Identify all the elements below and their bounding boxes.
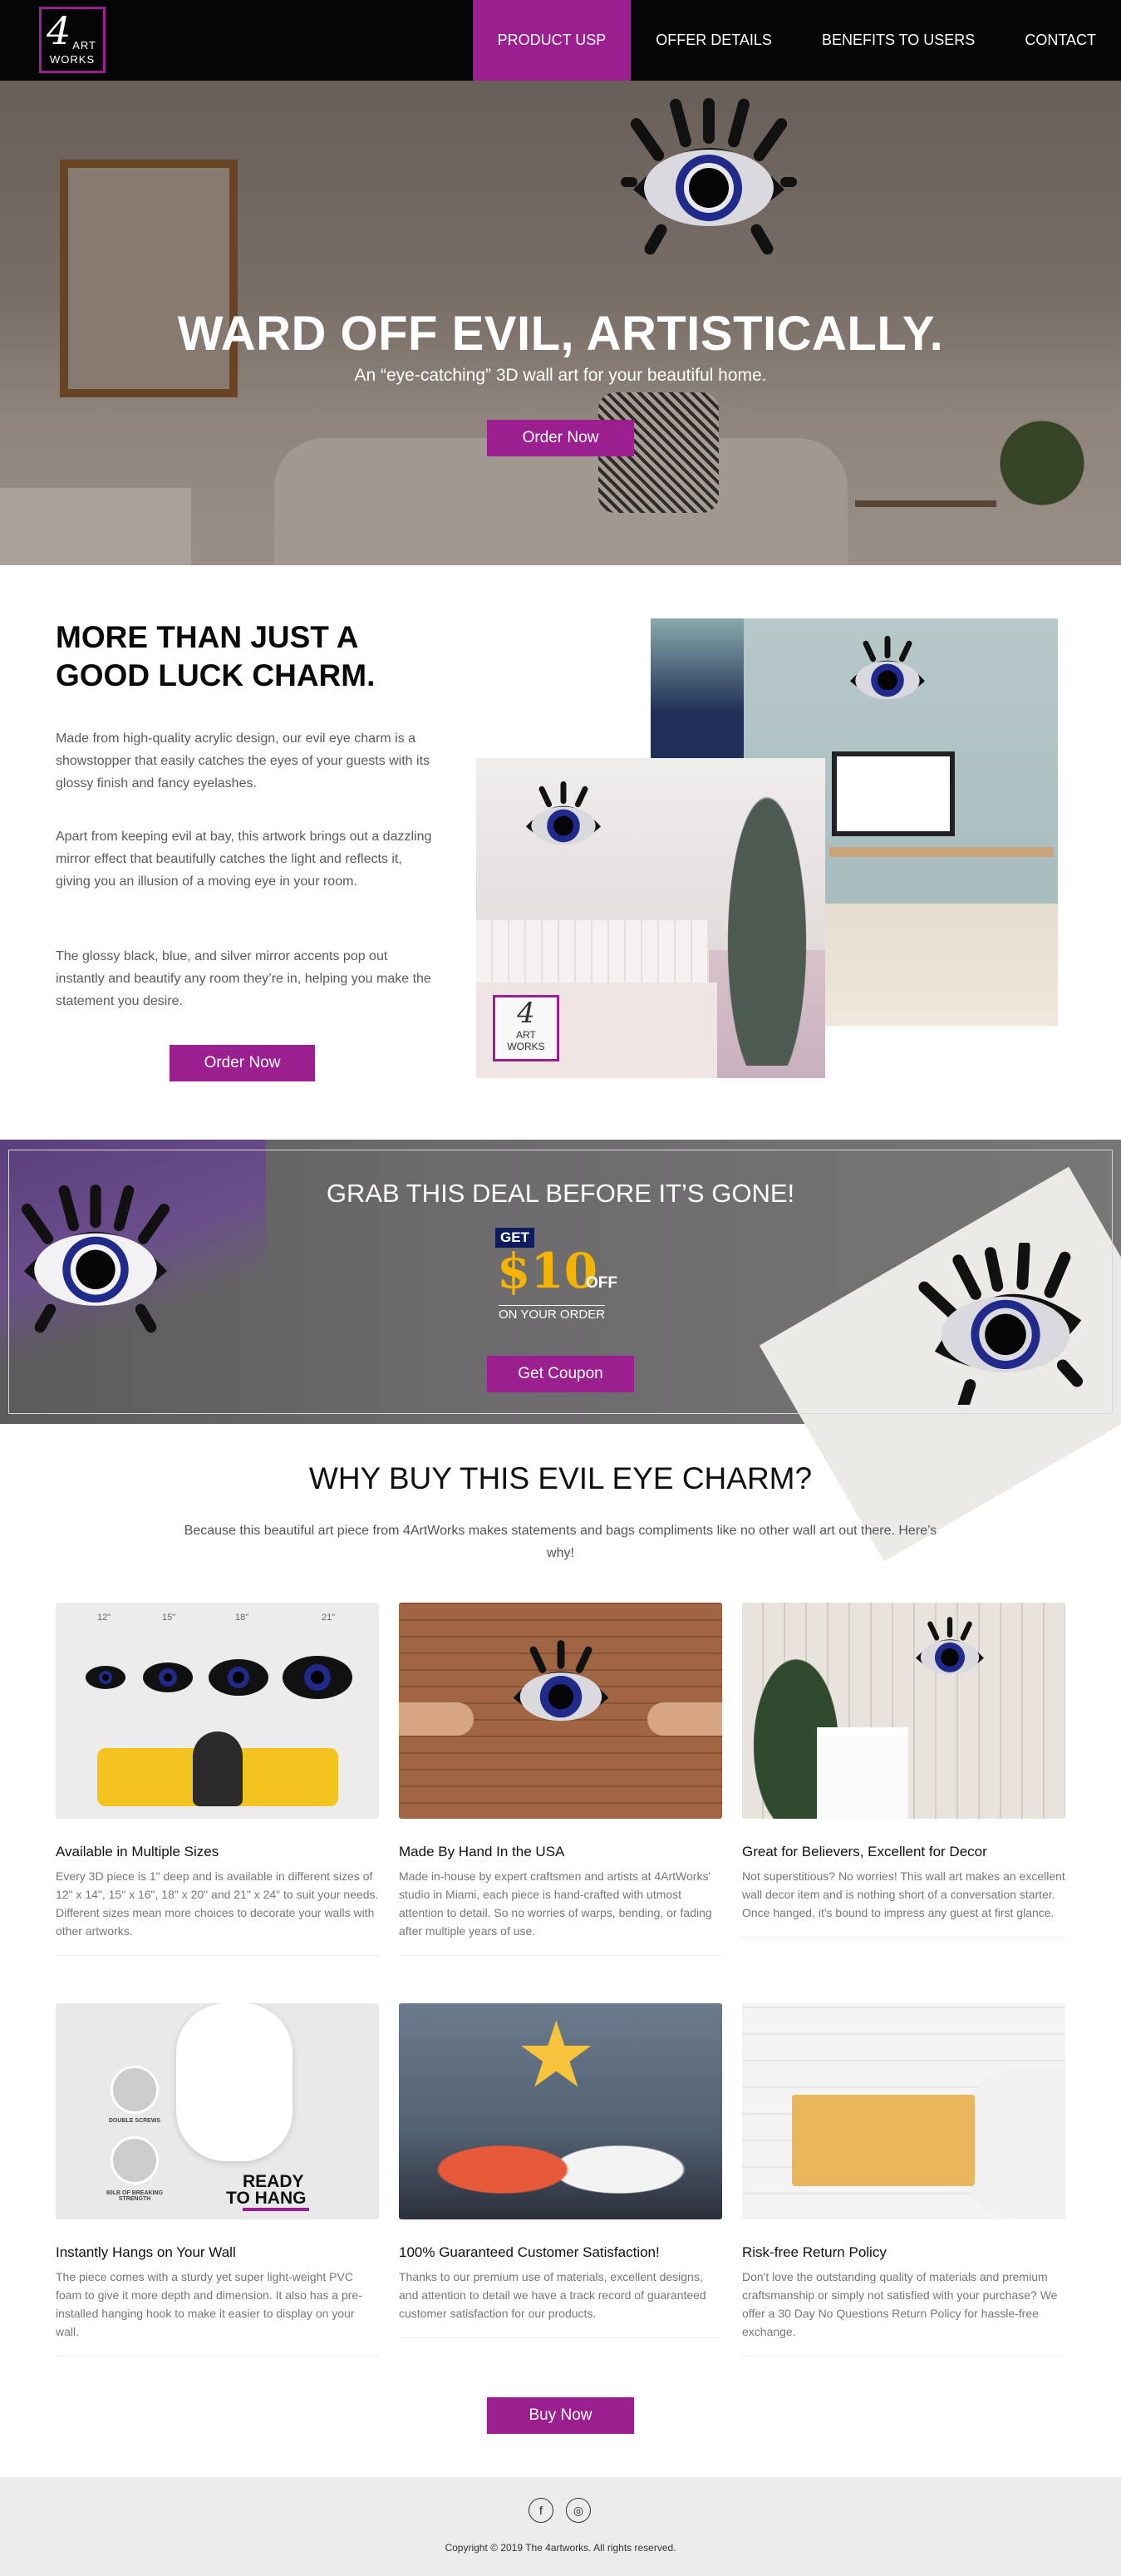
facebook-icon[interactable]: f: [529, 2498, 553, 2523]
charm-section-title: MORE THAN JUST A GOOD LUCK CHARM.: [56, 620, 376, 692]
white-eye-back-image: [176, 2003, 293, 2161]
feature-card-handmade: Made By Hand In the USA Made in-house by…: [399, 1603, 722, 1956]
charm-order-now-button[interactable]: Order Now: [170, 1045, 315, 1081]
footer: [0, 2477, 1121, 2576]
christmas-tree-image: [717, 758, 817, 1066]
main-menu: PRODUCT USP OFFER DETAILS BENEFITS TO US…: [472, 0, 1121, 81]
logo-art: ART: [72, 39, 96, 52]
logo-works: WORKS: [50, 53, 96, 66]
breaking-strength-label: 80LB OF BREAKING STRENGTH: [106, 2190, 164, 2202]
desk-image: [829, 847, 1054, 857]
feature-card-returns: Risk-free Return Policy Don't love the o…: [742, 2003, 1065, 2357]
headboard-image: [476, 920, 709, 987]
left-hands-image: [399, 1702, 474, 1736]
brick-wall-photo: [399, 1603, 722, 1819]
package-box-image: [792, 2095, 975, 2186]
feature-card-sizes: 12" 15" 18" 21" Available in Multiple Si…: [56, 1603, 379, 1956]
instagram-icon[interactable]: ◎: [566, 2498, 591, 2523]
nav-item-offer-details[interactable]: OFFER DETAILS: [631, 0, 797, 81]
ready-underline: [243, 2208, 309, 2211]
ready-line-2: TO HANG: [226, 2189, 307, 2208]
divider: [56, 2356, 379, 2357]
feature-text: Made in-house by expert craftsmen and ar…: [399, 1869, 712, 1938]
brand-logo[interactable]: 4 ART WORKS: [39, 7, 106, 73]
feature-title: Risk-free Return Policy: [742, 2244, 887, 2260]
arm-image: [966, 2070, 1065, 2219]
nav-item-product-usp[interactable]: PRODUCT USP: [472, 0, 632, 81]
feature-text: The piece comes with a sturdy yet super …: [56, 2270, 362, 2338]
sizes-photo: 12" 15" 18" 21": [56, 1603, 379, 1819]
evil-eye-art-icon: [621, 98, 797, 255]
photo-logo-works: WORKS: [507, 1041, 545, 1052]
evil-eye-art-icon: [918, 1243, 1084, 1405]
charm-paragraph-2: Apart from keeping evil at bay, this art…: [56, 830, 432, 889]
deal-title: GRAB THIS DEAL BEFORE IT’S GONE!: [326, 1179, 795, 1208]
ready-line-1: READY: [243, 2172, 304, 2191]
hero-title: WARD OFF EVIL, ARTISTICALLY.: [177, 307, 944, 361]
deal-amount: $10: [497, 1243, 598, 1299]
feature-text: Not superstitious? No worries! This wall…: [742, 1869, 1065, 1919]
nav-item-benefits[interactable]: BENEFITS TO USERS: [797, 0, 1000, 81]
logo-number: 4: [47, 8, 71, 53]
evil-eye-art-icon: [849, 635, 926, 700]
evil-eye-art-icon: [916, 1617, 984, 1675]
charm-paragraph-3: The glossy black, blue, and silver mirro…: [56, 949, 431, 1008]
hook-detail-image: [111, 2136, 159, 2184]
feature-card-hangs: DOUBLE SCREWS 80LB OF BREAKING STRENGTH …: [56, 2003, 379, 2357]
nav-item-contact[interactable]: CONTACT: [1000, 0, 1121, 81]
why-intro: Because this beautiful art piece from 4A…: [184, 1524, 937, 1560]
star-icon: ★: [515, 2004, 597, 2106]
happy-customers-photo: ★: [399, 2003, 722, 2219]
photo-brand-logo: 4 ART WORKS: [493, 995, 559, 1061]
fireplace-image: [817, 1727, 908, 1819]
feature-title: 100% Guaranteed Customer Satisfaction!: [399, 2244, 660, 2260]
buy-now-button[interactable]: Buy Now: [487, 2397, 634, 2434]
women-image: [415, 2095, 706, 2219]
right-hands-image: [647, 1702, 722, 1736]
deal-on-order-label: ON YOUR ORDER: [499, 1305, 606, 1322]
divider: [399, 1955, 722, 1956]
charm-paragraph-1: Made from high-quality acrylic design, o…: [56, 731, 430, 791]
divider: [742, 2356, 1065, 2357]
divider: [56, 1955, 379, 1956]
evil-eye-art-icon: [513, 1640, 609, 1721]
hero-order-now-button[interactable]: Order Now: [487, 420, 634, 456]
evil-eye-sizes-icon: [86, 1656, 352, 1699]
christmas-decor-photo: [742, 1603, 1065, 1819]
screw-detail-image: [111, 2066, 159, 2114]
size-label-21: 21": [322, 1613, 336, 1623]
bedroom-photo: 4 ART WORKS: [476, 758, 825, 1078]
size-label-15: 15": [162, 1613, 176, 1623]
ready-to-hang-text: READY TO HANG: [226, 2172, 307, 2208]
feature-title: Great for Believers, Excellent for Decor: [742, 1844, 987, 1859]
wall-lamp-image: [651, 618, 744, 776]
landing-page: 4 ART WORKS PRODUCT USP OFFER DETAILS BE…: [0, 0, 1121, 2576]
hero-subtitle: An “eye-catching” 3D wall art for your b…: [354, 366, 767, 385]
deal-off-label: OFF: [586, 1274, 617, 1292]
return-package-photo: [742, 2003, 1065, 2219]
feature-text: Every 3D piece is 1" deep and is availab…: [56, 1869, 379, 1938]
get-coupon-button[interactable]: Get Coupon: [487, 1356, 634, 1392]
feature-card-decor: Great for Believers, Excellent for Decor…: [742, 1603, 1065, 1938]
evil-eye-art-icon: [525, 781, 602, 845]
feature-title: Made By Hand In the USA: [399, 1844, 565, 1859]
monitor-image: [832, 751, 955, 836]
size-label-12: 12": [97, 1613, 111, 1623]
photo-logo-number: 4: [517, 997, 535, 1030]
feature-title: Instantly Hangs on Your Wall: [56, 2244, 236, 2260]
feature-text: Don't love the outstanding quality of ma…: [742, 2270, 1058, 2338]
feature-text: Thanks to our premium use of materials, …: [399, 2270, 706, 2320]
double-screws-label: DOUBLE SCREWS: [108, 2118, 161, 2124]
size-label-18: 18": [235, 1613, 249, 1623]
feature-card-satisfaction: ★ 100% Guaranteed Customer Satisfaction!…: [399, 2003, 722, 2338]
feature-title: Available in Multiple Sizes: [56, 1844, 219, 1859]
divider: [399, 2337, 722, 2338]
copyright-text: Copyright © 2019 The 4artworks. All righ…: [445, 2542, 676, 2554]
ready-to-hang-photo: DOUBLE SCREWS 80LB OF BREAKING STRENGTH …: [56, 2003, 379, 2219]
divider: [742, 1937, 1065, 1938]
photo-logo-art: ART: [516, 1029, 536, 1041]
why-section-title: WHY BUY THIS EVIL EYE CHARM?: [308, 1461, 813, 1495]
woman-image: [193, 1731, 243, 1806]
top-navbar: 4 ART WORKS PRODUCT USP OFFER DETAILS BE…: [0, 0, 1121, 81]
